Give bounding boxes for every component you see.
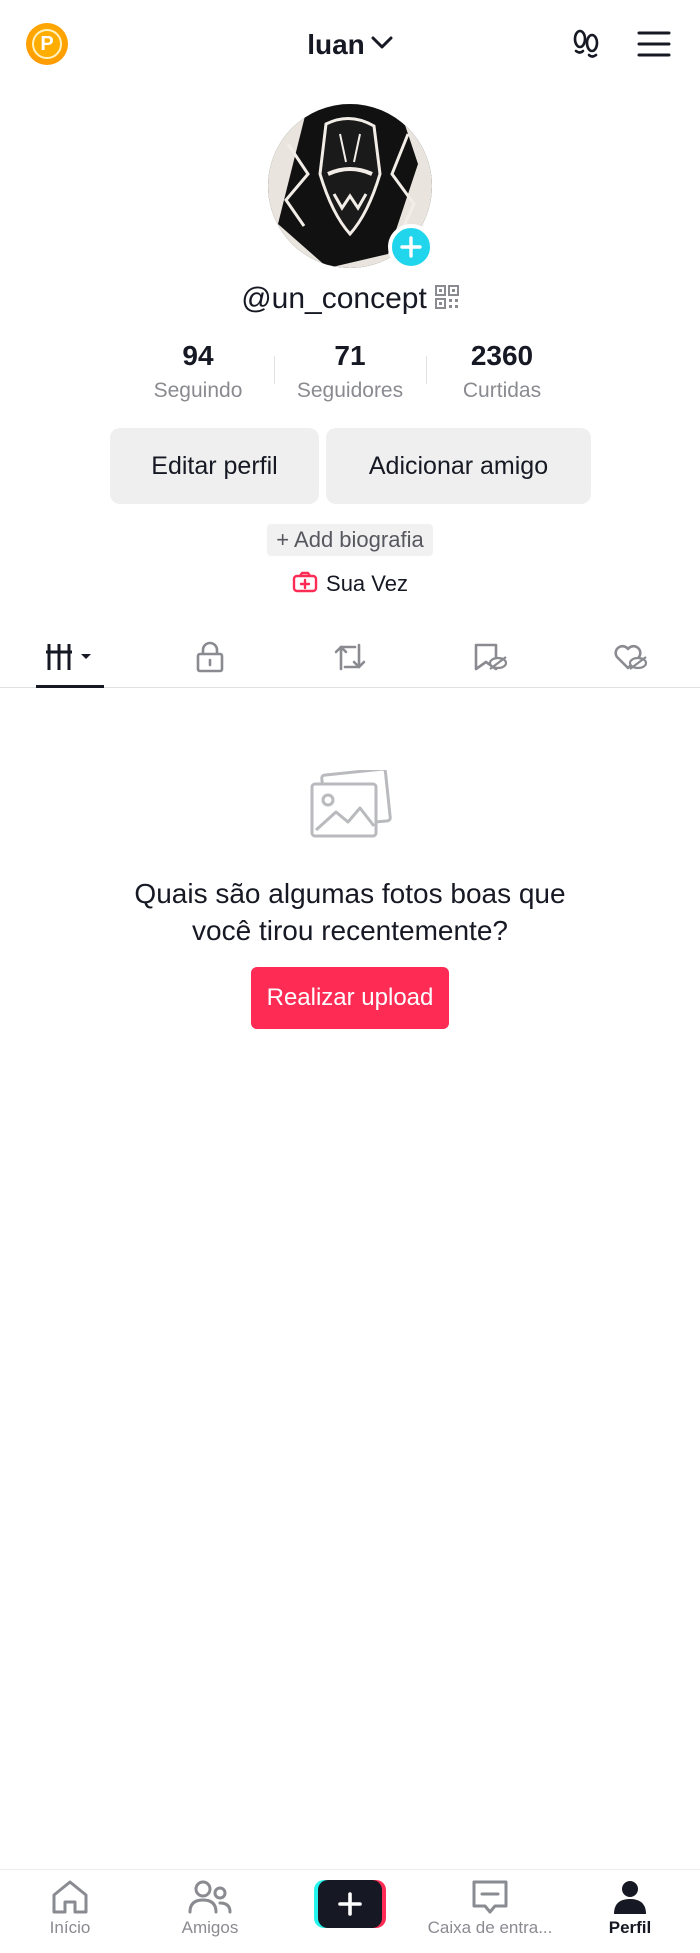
nav-home-label: Início <box>49 1918 91 1937</box>
followers-label: Seguidores <box>296 379 404 402</box>
nav-home[interactable]: Início <box>0 1870 140 1953</box>
likes-count: 2360 <box>470 340 534 371</box>
heart-hidden-icon <box>614 644 648 670</box>
nav-inbox-label: Caixa de entra... <box>427 1918 553 1937</box>
stat-followers[interactable]: 71 Seguidores <box>274 336 426 408</box>
menu-icon[interactable] <box>634 24 674 64</box>
tab-favorites-hidden[interactable] <box>420 626 560 687</box>
username[interactable]: @un_concept <box>241 282 427 316</box>
tab-private[interactable] <box>140 626 280 687</box>
stat-likes[interactable]: 2360 Curtidas <box>426 336 578 408</box>
nav-inbox[interactable]: Caixa de entra... <box>420 1870 560 1953</box>
your-turn-label: Sua Vez <box>326 571 408 596</box>
chevron-down-icon <box>371 36 393 55</box>
footprints-icon[interactable] <box>566 24 606 64</box>
add-friend-button[interactable]: Adicionar amigo <box>326 428 591 504</box>
nav-profile[interactable]: Perfil <box>560 1870 700 1953</box>
username-row: @un_concept <box>0 278 700 320</box>
bottom-nav: Início Amigos Caixa de entra... Perfil <box>0 1869 700 1953</box>
followers-count: 71 <box>334 340 366 371</box>
add-avatar-button[interactable] <box>388 224 434 270</box>
grid-bars-icon <box>46 643 91 670</box>
following-label: Seguindo <box>153 379 243 402</box>
qr-code-icon[interactable] <box>434 284 459 314</box>
following-count: 94 <box>182 340 214 371</box>
profile-actions: Editar perfil Adicionar amigo <box>110 428 591 504</box>
stat-following[interactable]: 94 Seguindo <box>122 336 274 408</box>
add-video-icon <box>292 571 318 598</box>
photos-icon <box>308 767 392 847</box>
nav-create[interactable] <box>280 1870 420 1953</box>
nav-friends[interactable]: Amigos <box>140 1870 280 1953</box>
avatar-container[interactable] <box>268 104 434 270</box>
nav-profile-label: Perfil <box>608 1918 652 1937</box>
empty-state-title: Quais são algumas fotos boas que você ti… <box>134 878 566 946</box>
bookmark-hidden-icon <box>474 643 508 670</box>
your-turn-link[interactable]: Sua Vez <box>0 566 700 602</box>
empty-state: Quais são algumas fotos boas que você ti… <box>0 767 700 1029</box>
tab-reposts[interactable] <box>280 626 420 687</box>
tab-videos[interactable] <box>0 626 140 688</box>
edit-profile-button[interactable]: Editar perfil <box>110 428 319 504</box>
lock-icon <box>196 641 224 672</box>
account-name: luan <box>307 29 365 60</box>
promo-points-icon[interactable]: P <box>26 23 68 65</box>
promo-letter: P <box>32 29 62 59</box>
plus-icon <box>400 236 422 258</box>
nav-friends-label: Amigos <box>181 1918 239 1937</box>
upload-button[interactable]: Realizar upload <box>251 967 449 1029</box>
inbox-icon <box>472 1880 508 1914</box>
plus-icon <box>338 1892 362 1916</box>
repost-icon <box>334 643 366 670</box>
home-icon <box>52 1880 88 1914</box>
create-button[interactable] <box>314 1880 386 1928</box>
profile-tabs <box>0 626 700 688</box>
bio-row: + Add biografia <box>0 524 700 556</box>
top-bar: P luan <box>0 0 700 90</box>
profile-stats: 94 Seguindo 71 Seguidores 2360 Curtidas <box>122 336 578 408</box>
add-bio-button[interactable]: + Add biografia <box>267 524 433 556</box>
profile-icon <box>614 1881 646 1914</box>
tab-liked-hidden[interactable] <box>560 626 700 687</box>
likes-label: Curtidas <box>462 379 542 402</box>
account-switcher[interactable]: luan <box>280 25 420 65</box>
friends-icon <box>188 1880 232 1914</box>
